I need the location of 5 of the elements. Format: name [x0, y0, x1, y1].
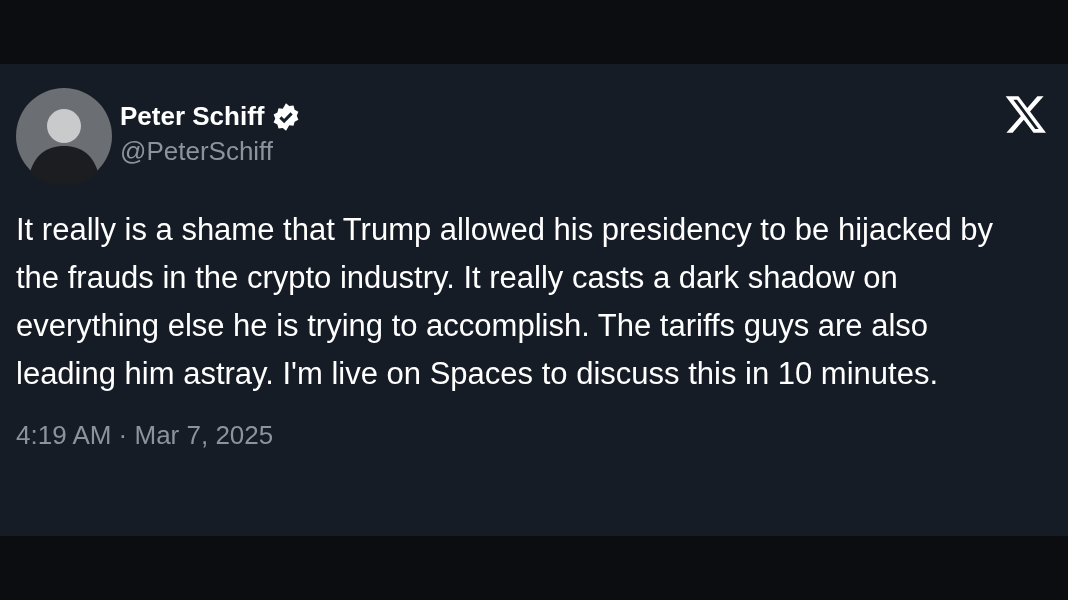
- post-text: It really is a shame that Trump allowed his presidency to be hijacked by the frauds in the crypto industry. It really casts a dark shadow on everything else he is trying to accomplish. The tariffs guys are also leading him astray. I'm live on Spaces to discuss this in 10 minutes.: [16, 211, 994, 393]
- author-handle[interactable]: @PeterSchiff: [120, 136, 1004, 167]
- author-name[interactable]: Peter Schiff: [120, 101, 265, 132]
- avatar-silhouette-icon: [16, 88, 112, 184]
- post-timestamp[interactable]: 4:19 AM · Mar 7, 2025: [16, 420, 274, 451]
